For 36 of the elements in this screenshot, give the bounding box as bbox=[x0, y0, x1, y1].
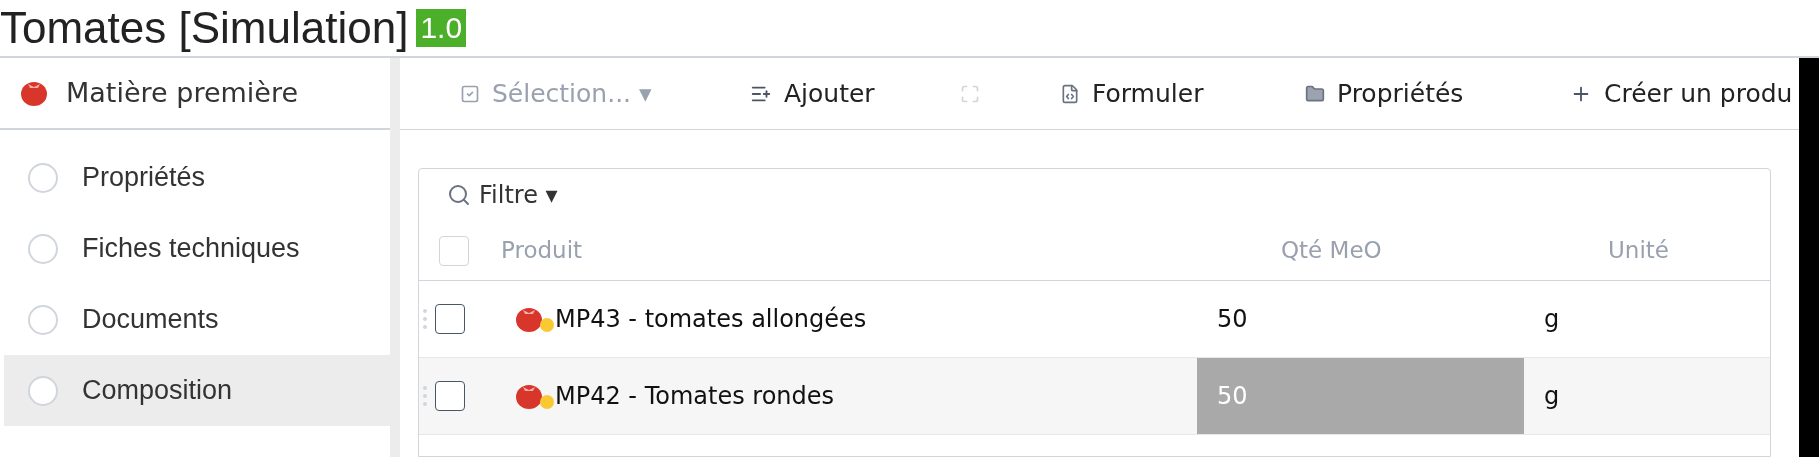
section-title: Matière première bbox=[66, 75, 299, 110]
version-badge: 1.0 bbox=[416, 9, 467, 47]
row-checkbox[interactable] bbox=[435, 381, 465, 411]
sidebar-item[interactable]: Propriétés bbox=[4, 142, 390, 213]
table-row[interactable]: MP42 - Tomates rondes 50 g bbox=[419, 358, 1770, 435]
column-header: Unité bbox=[1608, 236, 1669, 266]
page-title: Tomates [Simulation] bbox=[0, 6, 409, 50]
row-checkbox[interactable] bbox=[435, 304, 465, 334]
sidebar-item[interactable]: Composition bbox=[4, 355, 390, 426]
select-all-checkbox[interactable] bbox=[439, 235, 469, 266]
product-name: MP42 - Tomates rondes bbox=[555, 381, 835, 412]
code-file-icon bbox=[1060, 83, 1080, 104]
column-header: Produit bbox=[501, 236, 584, 266]
column-header: Qté MeO bbox=[1281, 236, 1383, 266]
toolbar-button[interactable]: Créer un produ bbox=[1570, 74, 1819, 113]
filter-dropdown[interactable]: Filtre ▾ bbox=[479, 177, 558, 213]
radio-icon bbox=[28, 233, 58, 264]
toolbar-button[interactable]: Propriétés bbox=[1305, 74, 1570, 113]
search-icon bbox=[447, 183, 471, 207]
drag-handle-icon[interactable] bbox=[423, 386, 427, 406]
sidebar-item[interactable]: Documents bbox=[4, 284, 390, 355]
product-name: MP43 - tomates allongées bbox=[555, 304, 867, 335]
checkbox-icon bbox=[460, 83, 480, 104]
toolbar-button[interactable]: Ajouter bbox=[750, 74, 960, 113]
table-cell-text: g bbox=[1543, 304, 1560, 335]
table-cell-text: 50 bbox=[1216, 304, 1249, 335]
drag-handle-icon[interactable] bbox=[423, 309, 427, 329]
sidebar-item[interactable]: Fiches techniques bbox=[4, 213, 390, 284]
table-cell: 50 bbox=[1197, 358, 1524, 434]
radio-icon bbox=[28, 162, 58, 193]
table-cell-text: g bbox=[1543, 381, 1560, 412]
toolbar-button[interactable]: Formuler bbox=[1060, 74, 1305, 113]
radio-icon bbox=[28, 375, 58, 406]
expand-icon bbox=[960, 83, 980, 104]
radio-icon bbox=[28, 304, 58, 335]
folder-icon bbox=[1305, 83, 1325, 104]
